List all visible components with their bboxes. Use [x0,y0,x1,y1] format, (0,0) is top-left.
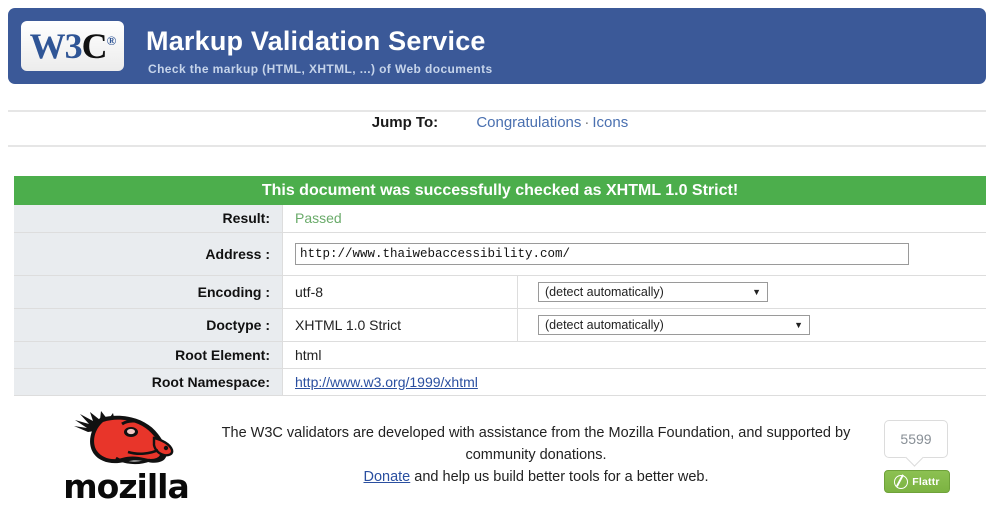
footer-line-1: The W3C validators are developed with as… [221,425,851,463]
w3c-logo-c: C [81,26,108,66]
label-address: Address : [14,232,283,276]
flattr-count-bubble: 5599 [884,420,948,458]
page-subtitle: Check the markup (HTML, XHTML, ...) of W… [148,62,493,76]
value-encoding: utf-8 [282,275,518,309]
chevron-down-icon: ▼ [794,319,803,330]
encoding-select[interactable]: (detect automatically) ▼ [538,281,768,302]
page-header: W3C® Markup Validation Service Check the… [8,8,986,84]
page-title: Markup Validation Service [146,26,486,56]
w3c-logo-w3: W3 [29,26,83,66]
success-banner: This document was successfully checked a… [14,176,986,205]
w3c-logo[interactable]: W3C® [21,21,124,71]
label-doctype: Doctype : [14,308,283,342]
flattr-button[interactable]: Flattr [884,470,950,493]
table-row-encoding: Encoding : utf-8 (detect automatically) … [14,275,986,309]
flattr-icon [894,474,909,489]
encoding-select-cell: (detect automatically) ▼ [517,275,986,309]
divider-bottom [8,145,986,147]
jump-link-separator: · [584,114,590,131]
registered-trademark-icon: ® [106,33,117,48]
mozilla-logo: mozilla [62,408,190,508]
label-result: Result: [14,205,283,233]
mozilla-wordmark: mozilla [63,467,189,506]
status-badge: Passed [295,210,342,227]
page-footer: mozilla The W3C validators are developed… [0,400,1000,515]
flattr-widget: 5599 Flattr [884,420,954,493]
doctype-select-cell: (detect automatically) ▼ [517,308,986,342]
validation-results-table: Result: Passed Address : Encoding : utf-… [14,205,986,396]
footer-text: The W3C validators are developed with as… [196,422,876,488]
value-root-namespace: http://www.w3.org/1999/xhtml [282,368,986,396]
jump-to-links: Congratulations · Icons [476,114,628,131]
table-row-root-namespace: Root Namespace: http://www.w3.org/1999/x… [14,368,986,396]
value-root-element: html [282,341,986,369]
label-root-namespace: Root Namespace: [14,368,283,396]
table-row-result: Result: Passed [14,205,986,233]
table-row-root-element: Root Element: html [14,341,986,369]
encoding-select-value: (detect automatically) [545,284,664,299]
table-row-address: Address : [14,232,986,276]
value-doctype: XHTML 1.0 Strict [282,308,518,342]
address-input[interactable] [295,242,909,265]
jump-link-congratulations[interactable]: Congratulations [476,114,581,131]
divider-top [8,110,986,112]
doctype-select-value: (detect automatically) [545,317,664,332]
validator-page: W3C® Markup Validation Service Check the… [0,0,1000,515]
jump-to-bar: Jump To: Congratulations · Icons [0,114,1000,131]
chevron-down-icon: ▼ [752,286,761,297]
jump-link-icons[interactable]: Icons [592,114,628,131]
value-address [282,232,986,276]
table-row-doctype: Doctype : XHTML 1.0 Strict (detect autom… [14,308,986,342]
label-encoding: Encoding : [14,275,283,309]
root-namespace-link[interactable]: http://www.w3.org/1999/xhtml [295,374,478,390]
w3c-logo-text: W3C® [29,26,117,66]
jump-to-label: Jump To: [371,114,439,131]
label-root-element: Root Element: [14,341,283,369]
doctype-select[interactable]: (detect automatically) ▼ [538,314,810,335]
donate-link[interactable]: Donate [363,469,410,485]
flattr-button-label: Flattr [912,475,940,488]
footer-line-2: and help us build better tools for a bet… [410,469,709,485]
value-result: Passed [282,205,986,233]
